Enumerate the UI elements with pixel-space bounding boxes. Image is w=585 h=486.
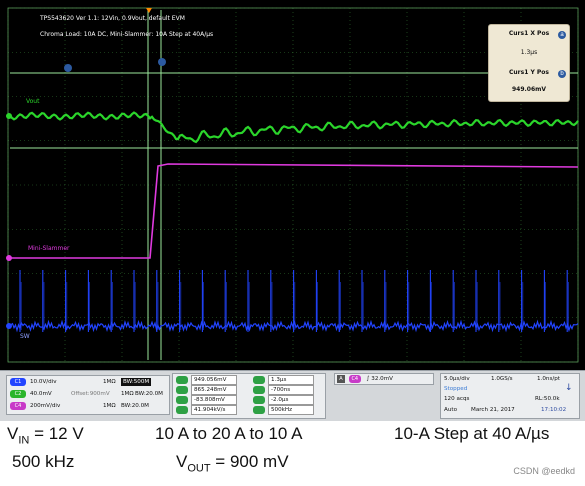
- acq-date: March 21, 2017: [471, 407, 515, 413]
- channel-c2-scale: 40.0mV: [30, 391, 52, 397]
- caption-step-rate: 10-A Step at 40 A/µs: [394, 424, 550, 443]
- measurement-row: -83.808mV: [176, 395, 237, 405]
- trigger-row: A C4 ∫ 32.0mV: [337, 374, 393, 384]
- sw-waveform: [7, 319, 579, 333]
- acquisition-panel[interactable]: 5.0µs/div 1.0GS/s 1.0ns/pt Stopped ↓ 120…: [440, 373, 580, 419]
- sw-ground-marker: [6, 323, 12, 329]
- measurement-panel[interactable]: 949.056mV 1.3µs 865.248mV -700ns -83.808…: [172, 373, 326, 419]
- channel-c4-scale: 200mV/div: [30, 403, 61, 409]
- cursor-x-title: Curs1 X Pos: [508, 30, 550, 37]
- scope-header-line1: TPS543620 Ver 1.1: 12Vin, 0.9Vout, defau…: [40, 15, 185, 22]
- cursor-x-value: 1.3µs: [520, 49, 538, 56]
- measurement-row: 41.904kV/s: [176, 405, 237, 415]
- channel-settings-panel[interactable]: C1 10.0V/div 1MΩ BW:500M C2 40.0mV Offset:…: [6, 375, 170, 415]
- measurement-row: 1.3µs: [253, 375, 314, 385]
- trigger-level: 32.0mV: [371, 376, 393, 382]
- measurement-row: 949.056mV: [176, 375, 237, 385]
- single-arrow-icon: ↓: [565, 383, 573, 393]
- channel-c1-bw: BW:500M: [121, 378, 152, 386]
- oscilloscope-display: TPS543620 Ver 1.1: 12Vin, 0.9Vout, defau…: [0, 0, 585, 370]
- cursor-y-value: 949.06mV: [511, 86, 547, 93]
- channel-row-c4[interactable]: C4 200mV/div: [10, 401, 60, 411]
- measurement-value: 500kHz: [268, 405, 314, 415]
- acq-mode: Auto: [444, 407, 457, 413]
- acq-timebase: 5.0µs/div: [444, 376, 470, 382]
- channel-row-c2[interactable]: C2 40.0mV: [10, 389, 52, 399]
- vout-trace-label: Vout: [26, 98, 40, 105]
- sw-trace-label: SW: [20, 333, 30, 340]
- measurement-value: -700ns: [268, 385, 314, 395]
- cursor-b-marker: [64, 64, 72, 72]
- watermark: CSDN @eedkd: [513, 466, 575, 476]
- vout-ground-marker: [6, 113, 12, 119]
- channel-c4-imp: 1MΩ: [103, 403, 116, 409]
- caption-frequency: 500 kHz: [12, 452, 75, 471]
- cursor-a-marker: [158, 58, 166, 66]
- measurement-value: -2.0µs: [268, 395, 314, 405]
- scope-status-bar: C1 10.0V/div 1MΩ BW:500M C2 40.0mV Offset:…: [0, 370, 585, 421]
- caption-vout: VOUT = 900 mV: [176, 452, 289, 475]
- slammer-ground-marker: [6, 255, 12, 261]
- channel-c1-imp: 1MΩ: [103, 379, 116, 385]
- slammer-trace-label: Mini-Slammer: [28, 245, 70, 252]
- measurement-row: -2.0µs: [253, 395, 314, 405]
- channel-chip-c1[interactable]: C1: [10, 377, 26, 386]
- scope-header-line2: Chroma Load: 10A DC, Mini-Slammer: 10A S…: [40, 31, 214, 38]
- caption-step-range: 10 A to 20 A to 10 A: [155, 424, 303, 443]
- acq-resolution: 1.0ns/pt: [537, 376, 560, 382]
- acq-samplerate: 1.0GS/s: [491, 376, 513, 382]
- channel-c4-bw: BW:20.0M: [121, 403, 150, 409]
- channel-row-c1[interactable]: C1 10.0V/div: [10, 377, 57, 387]
- measurement-value: 949.056mV: [191, 375, 237, 385]
- trigger-panel[interactable]: A C4 ∫ 32.0mV: [334, 373, 434, 385]
- acq-count: 120 acqs: [444, 396, 470, 402]
- cursor-a-badge: a: [558, 31, 566, 39]
- channel-c1-scale: 10.0V/div: [30, 379, 57, 385]
- acq-state: Stopped: [444, 386, 468, 392]
- channel-chip-c4[interactable]: C4: [10, 401, 26, 410]
- measurement-row: 865.248mV: [176, 385, 237, 395]
- measurement-value: 41.904kV/s: [191, 405, 237, 415]
- channel-chip-c2[interactable]: C2: [10, 389, 26, 398]
- measurement-value: 865.248mV: [191, 385, 237, 395]
- cursor-readout-panel[interactable]: Curs1 X Pos a 1.3µs Curs1 Y Pos b 949.06…: [488, 24, 570, 102]
- trigger-position-icon: [146, 8, 152, 13]
- cursor-y-title: Curs1 Y Pos: [509, 69, 549, 76]
- channel-c2-imp: 1MΩ: [121, 391, 134, 397]
- measurement-value: -83.808mV: [191, 395, 237, 405]
- trigger-source-chip: C4: [348, 374, 361, 383]
- measurement-value: 1.3µs: [268, 375, 314, 385]
- measurement-row: 500kHz: [253, 405, 314, 415]
- measurement-row: -700ns: [253, 385, 314, 395]
- acq-record-length: RL:50.0k: [535, 396, 560, 402]
- slammer-waveform: [8, 163, 579, 259]
- cursor-b-badge: b: [558, 70, 566, 78]
- channel-c2-offset: Offset:900mV: [71, 391, 110, 397]
- acq-time: 17:10:02: [541, 407, 567, 413]
- caption-vin: VIN = 12 V: [7, 424, 84, 447]
- channel-c2-bw: BW:20.0M: [135, 391, 164, 397]
